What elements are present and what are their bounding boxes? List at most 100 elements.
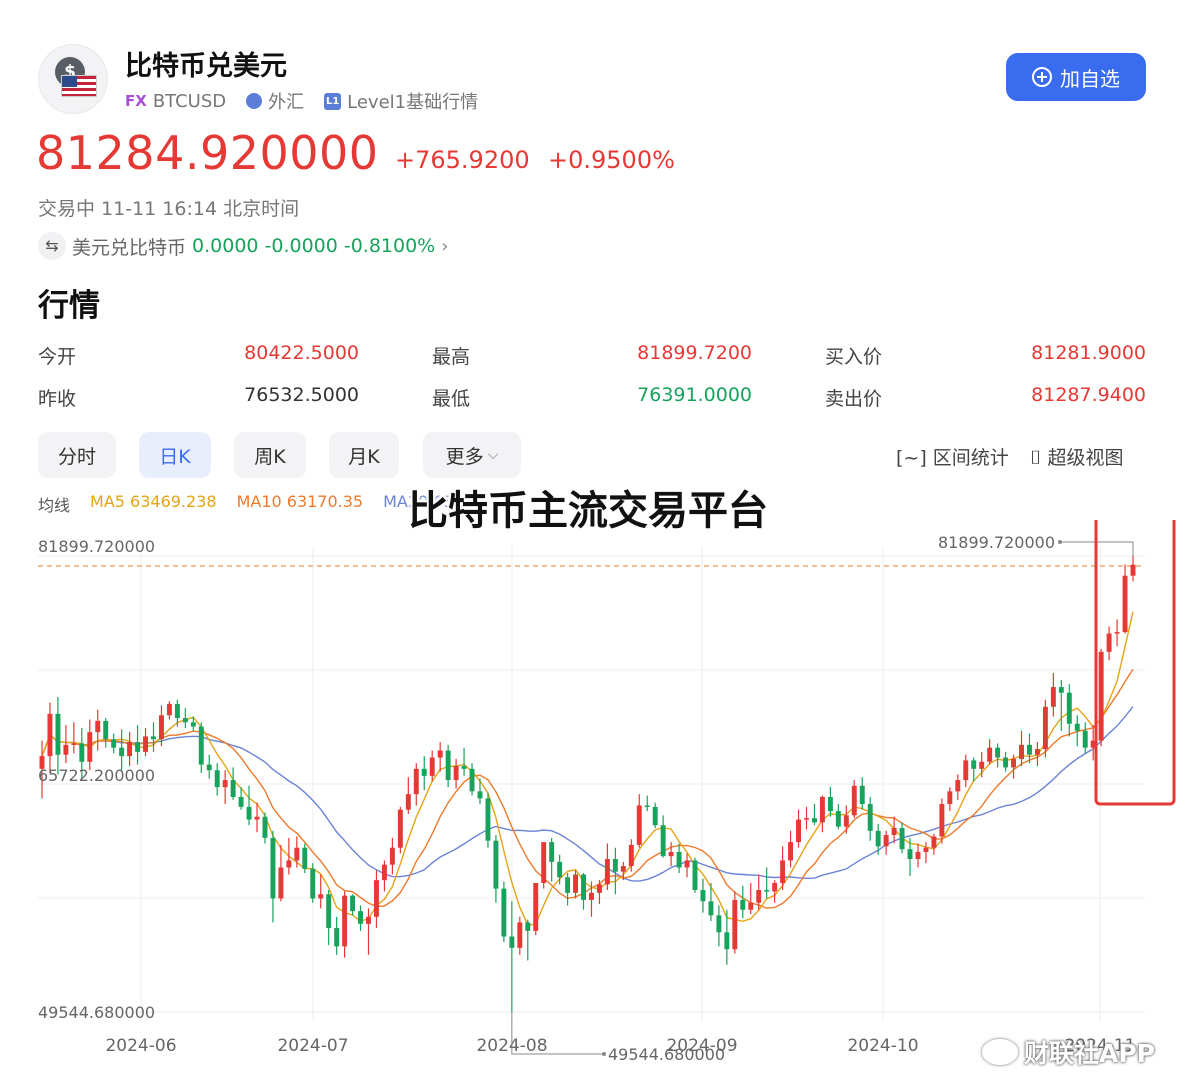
- candle-body: [326, 894, 332, 929]
- candle-body: [119, 747, 125, 757]
- candle: [987, 739, 993, 765]
- candle-body: [437, 750, 443, 758]
- candle-body: [1034, 749, 1040, 755]
- reverse-pair-price: 0.0000: [192, 235, 259, 257]
- candle: [334, 916, 340, 955]
- candle-body: [206, 764, 212, 771]
- candle: [151, 722, 156, 752]
- candle: [485, 792, 491, 848]
- candle: [581, 873, 586, 910]
- candle-body: [381, 864, 387, 881]
- candle: [1106, 626, 1112, 661]
- high-label: 最高: [432, 346, 471, 368]
- candle: [931, 833, 937, 855]
- super-view-button[interactable]: ⌷ 超级视图: [1030, 443, 1123, 470]
- candle-body: [198, 726, 204, 765]
- us-flag-icon: [61, 75, 97, 97]
- candle: [1114, 619, 1120, 647]
- candle: [716, 905, 722, 947]
- candle: [437, 742, 443, 772]
- tab-intraday[interactable]: 分时: [38, 432, 116, 478]
- candle: [1058, 680, 1064, 731]
- range-stats-button[interactable]: [~] 区间统计: [896, 443, 1009, 470]
- candle-body: [246, 806, 252, 820]
- candle-body: [477, 791, 483, 799]
- candle-body: [843, 815, 849, 827]
- candle-body: [334, 928, 340, 947]
- candle: [660, 815, 666, 858]
- add-watchlist-button[interactable]: 加自选: [1006, 53, 1146, 101]
- super-view-label: 超级视图: [1047, 447, 1124, 469]
- candle-body: [684, 860, 690, 868]
- candle: [923, 842, 929, 864]
- candle-body: [166, 703, 172, 716]
- candle-body: [644, 805, 650, 807]
- open-value: 80422.5000: [244, 342, 359, 364]
- candlestick-chart[interactable]: 2024-06 2024-07 2024-08 2024-09 2024-10 2024-…: [0, 520, 1195, 1080]
- candle: [1066, 684, 1072, 737]
- candle: [1074, 715, 1080, 747]
- symbol-code: BTCUSD: [152, 90, 227, 112]
- tab-daily-k[interactable]: 日K: [139, 432, 211, 478]
- tab-monthly-k[interactable]: 月K: [329, 432, 399, 478]
- y-tick-label: 81899.720000: [38, 537, 155, 556]
- candle: [1042, 699, 1048, 758]
- candle: [995, 743, 1001, 768]
- candle: [302, 843, 308, 874]
- candle-body: [788, 842, 794, 861]
- candle-body: [429, 757, 435, 776]
- candle-body: [955, 780, 961, 792]
- price-change-percent: +0.9500%: [548, 146, 675, 174]
- candle: [95, 709, 101, 751]
- prev-close-label: 昨收: [38, 388, 77, 410]
- candle: [549, 837, 555, 882]
- candle-body: [55, 713, 61, 755]
- candle: [493, 835, 499, 903]
- fullscreen-icon: ⌷: [1030, 447, 1042, 469]
- candle: [198, 722, 204, 774]
- candle: [1098, 649, 1104, 747]
- candle-body: [628, 844, 634, 867]
- candle: [947, 787, 953, 812]
- candle-body: [620, 866, 626, 872]
- candle-body: [286, 860, 292, 868]
- candle: [517, 916, 523, 955]
- candle-body: [676, 851, 682, 868]
- candle-body: [939, 804, 945, 837]
- candle: [604, 843, 610, 891]
- ask-label: 卖出价: [825, 388, 883, 410]
- reverse-pair-link[interactable]: ⇆ 美元兑比特币 0.0000 -0.0000 -0.8100% ›: [38, 232, 448, 260]
- candle-body: [190, 722, 196, 727]
- candle-body: [533, 882, 539, 931]
- tab-weekly-k[interactable]: 周K: [234, 432, 306, 478]
- candle-body: [851, 785, 857, 816]
- candle-body: [541, 842, 547, 883]
- candle-body: [103, 720, 109, 740]
- candle: [1019, 730, 1024, 766]
- candle-body: [278, 867, 284, 899]
- candle: [326, 890, 332, 945]
- candle: [971, 757, 977, 782]
- market-tag: FX: [125, 92, 147, 110]
- candle: [867, 796, 873, 841]
- tab-more[interactable]: 更多 ⌵: [423, 432, 521, 478]
- candle-body: [230, 780, 236, 797]
- candle: [397, 806, 403, 854]
- candle: [573, 870, 579, 899]
- candle: [740, 885, 746, 919]
- candle-body: [987, 747, 993, 762]
- candle: [565, 873, 571, 906]
- candle-body: [158, 715, 164, 740]
- candle: [596, 880, 602, 905]
- candle-body: [111, 739, 117, 748]
- ask-value: 81287.9400: [1031, 384, 1146, 406]
- candle: [811, 804, 817, 826]
- candle: [214, 763, 220, 796]
- candle-body: [1019, 744, 1024, 759]
- candle: [827, 787, 833, 817]
- candle-body: [565, 877, 571, 893]
- y-tick-label: 49544.680000: [38, 1003, 155, 1022]
- candle-body: [724, 932, 730, 950]
- candle-body: [557, 861, 563, 878]
- candle-body: [517, 922, 523, 948]
